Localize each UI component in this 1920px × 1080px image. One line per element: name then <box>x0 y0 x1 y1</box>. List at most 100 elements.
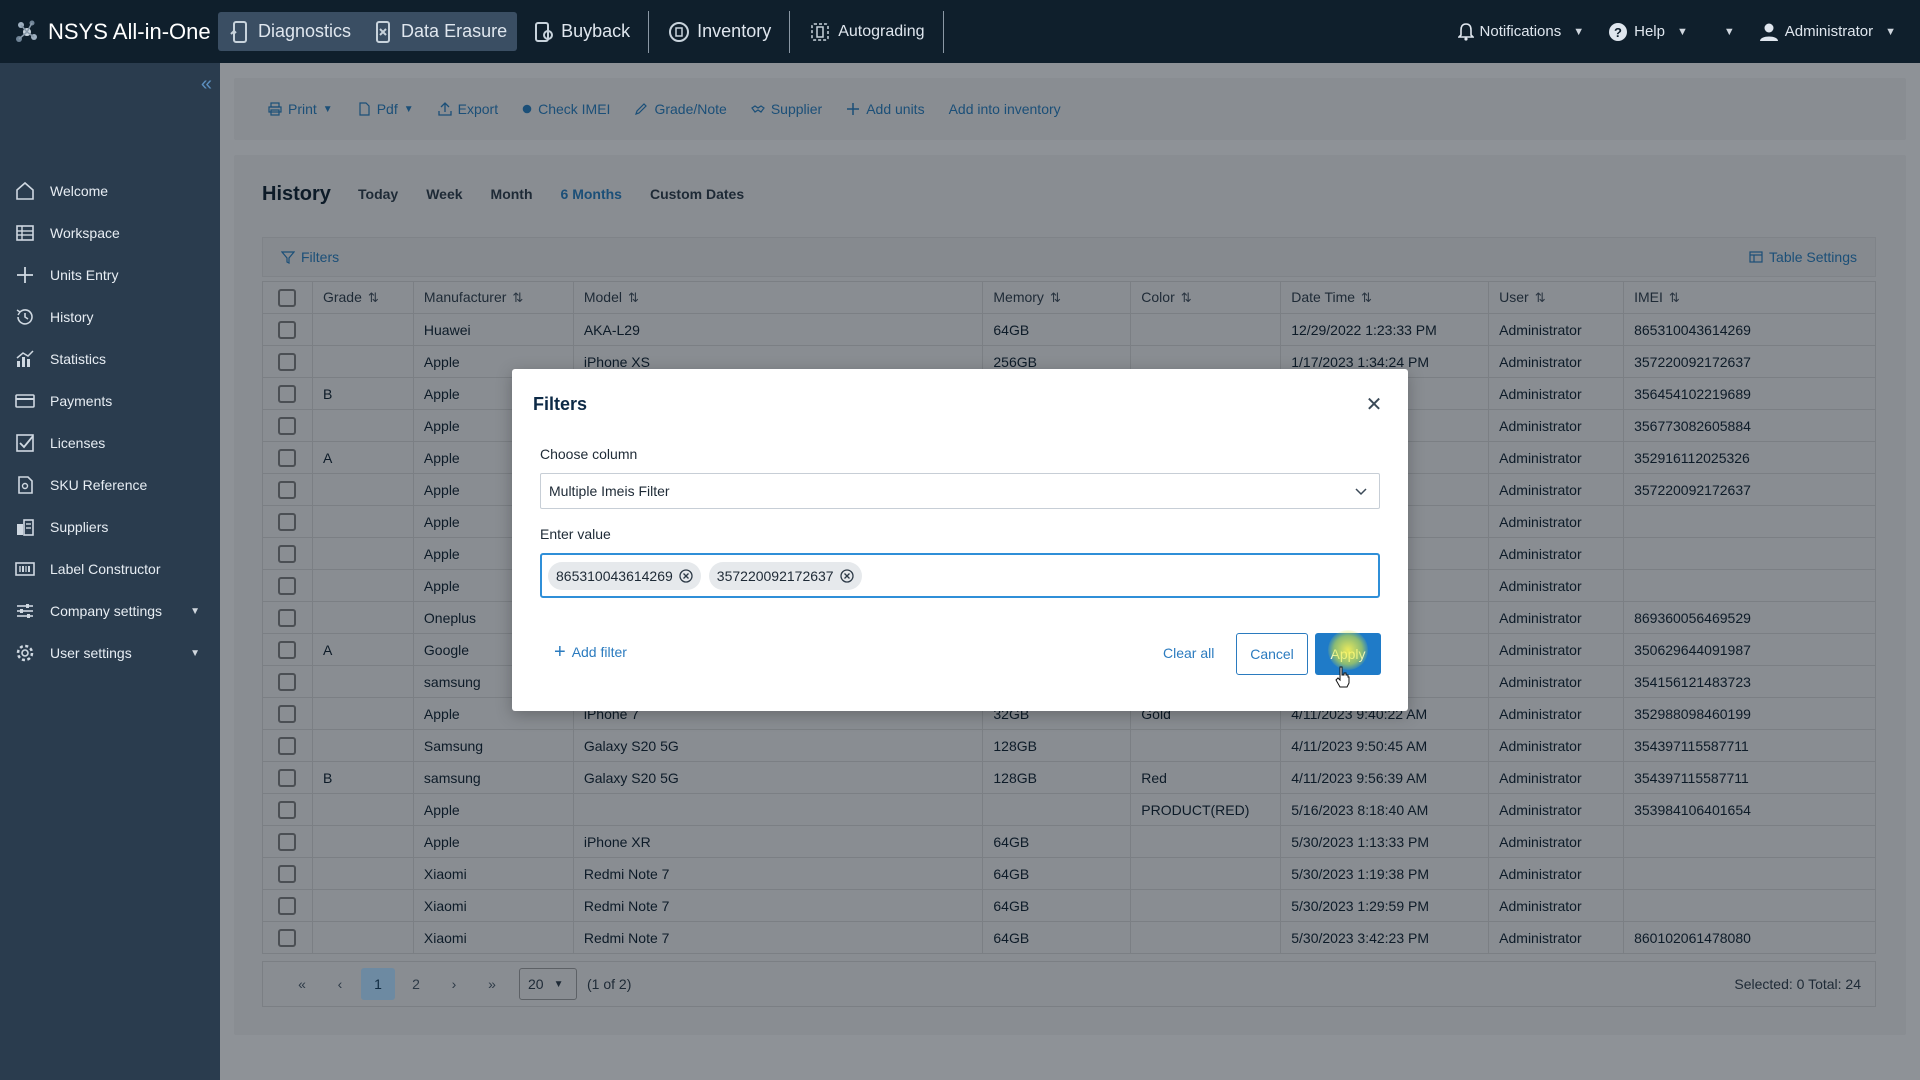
add-filter-button[interactable]: + Add filter <box>554 642 627 662</box>
column-header-memory[interactable]: Memory ⇅ <box>982 281 1132 314</box>
row-checkbox[interactable] <box>278 864 297 883</box>
cancel-button[interactable]: Cancel <box>1236 633 1308 675</box>
sort-icon[interactable]: ⇅ <box>512 290 523 305</box>
table-row[interactable]: Huawei AKA-L29 64GB 12/29/2022 1:23:33 PM Ad… <box>262 313 1876 346</box>
tab-month[interactable]: Month <box>491 186 533 202</box>
sort-icon[interactable]: ⇅ <box>1669 290 1680 305</box>
tab-6-months[interactable]: 6 Months <box>561 186 622 202</box>
row-checkbox[interactable] <box>278 896 297 915</box>
sort-icon[interactable]: ⇅ <box>1050 290 1061 305</box>
row-checkbox[interactable] <box>278 576 297 595</box>
pdf-button[interactable]: Pdf ▼ <box>357 101 414 117</box>
table-row[interactable]: Bsamsung Galaxy S20 5G 128GB Red 4/11/2023 9… <box>262 761 1876 794</box>
prev-page-button[interactable]: ‹ <box>323 968 357 1000</box>
row-checkbox[interactable] <box>278 832 297 851</box>
row-checkbox[interactable] <box>278 704 297 723</box>
remove-chip-icon[interactable] <box>679 568 693 583</box>
sidebar-item-suppliers[interactable]: Suppliers <box>0 506 220 548</box>
filters-button[interactable]: Filters <box>281 249 339 265</box>
remove-chip-icon[interactable] <box>839 568 854 583</box>
close-icon[interactable]: ✕ <box>1364 395 1384 415</box>
collapse-sidebar-icon[interactable]: « <box>201 73 212 96</box>
table-row[interactable]: Samsung Galaxy S20 5G 128GB 4/11/2023 9:50:… <box>262 729 1876 762</box>
row-checkbox-cell <box>262 793 313 826</box>
select-all-checkbox[interactable] <box>278 288 297 307</box>
table-row[interactable]: Xiaomi Redmi Note 7 64GB 5/30/2023 3:42:23 … <box>262 921 1876 954</box>
column-header-imei[interactable]: IMEI ⇅ <box>1623 281 1876 314</box>
export-button[interactable]: Export <box>437 101 498 117</box>
page-size-select[interactable]: 20 ▼ <box>519 968 577 1000</box>
imei-chips-input[interactable]: 865310043614269 357220092172637 <box>540 553 1380 598</box>
sidebar-item-welcome[interactable]: Welcome <box>0 170 220 212</box>
row-checkbox[interactable] <box>278 544 297 563</box>
page-1-button[interactable]: 1 <box>361 968 395 1000</box>
sort-icon[interactable]: ⇅ <box>368 290 379 305</box>
column-header-grade[interactable]: Grade ⇅ <box>311 281 414 314</box>
row-checkbox[interactable] <box>278 320 297 339</box>
sidebar-item-payments[interactable]: Payments <box>0 380 220 422</box>
row-checkbox[interactable] <box>278 512 297 531</box>
nav-inventory[interactable]: Inventory <box>657 12 781 51</box>
row-checkbox[interactable] <box>278 736 297 755</box>
sort-icon[interactable]: ⇅ <box>628 290 639 305</box>
user-menu[interactable]: Administrator ▼ <box>1759 22 1896 42</box>
column-select[interactable]: Multiple Imeis Filter <box>540 473 1380 509</box>
next-page-button[interactable]: › <box>437 968 471 1000</box>
row-checkbox[interactable] <box>278 928 297 947</box>
check-imei-button[interactable]: Check IMEI <box>522 101 610 117</box>
table-row[interactable]: Apple PRODUCT(RED) 5/16/2023 8:18:40 AM Adm… <box>262 793 1876 826</box>
tab-custom-dates[interactable]: Custom Dates <box>650 186 744 202</box>
cell-color <box>1130 921 1282 954</box>
help-menu[interactable]: ? Help ▼ <box>1608 22 1688 42</box>
tab-week[interactable]: Week <box>426 186 462 202</box>
sidebar-item-history[interactable]: History <box>0 296 220 338</box>
sidebar-item-licenses[interactable]: Licenses <box>0 422 220 464</box>
row-checkbox[interactable] <box>278 768 297 787</box>
sidebar-item-workspace[interactable]: Workspace <box>0 212 220 254</box>
tab-today[interactable]: Today <box>358 186 398 202</box>
sort-icon[interactable]: ⇅ <box>1535 290 1546 305</box>
add-units-button[interactable]: Add units <box>846 101 925 117</box>
row-checkbox[interactable] <box>278 608 297 627</box>
row-checkbox[interactable] <box>278 800 297 819</box>
row-checkbox[interactable] <box>278 352 297 371</box>
sort-icon[interactable]: ⇅ <box>1181 290 1192 305</box>
first-page-button[interactable]: « <box>285 968 319 1000</box>
add-into-inventory-button[interactable]: Add into inventory <box>949 101 1061 117</box>
row-checkbox[interactable] <box>278 672 297 691</box>
sidebar-item-user-settings[interactable]: User settings ▼ <box>0 632 220 674</box>
grade-note-button[interactable]: Grade/Note <box>634 101 727 117</box>
table-row[interactable]: Xiaomi Redmi Note 7 64GB 5/30/2023 1:29:59 … <box>262 889 1876 922</box>
brand[interactable]: NSYS All-in-One <box>0 17 214 47</box>
extra-menu[interactable]: ▼ <box>1712 26 1735 38</box>
column-header-date-time[interactable]: Date Time ⇅ <box>1280 281 1490 314</box>
row-checkbox[interactable] <box>278 384 297 403</box>
table-row[interactable]: Xiaomi Redmi Note 7 64GB 5/30/2023 1:19:38 … <box>262 857 1876 890</box>
nav-buyback[interactable]: Buyback <box>521 12 640 51</box>
sidebar-item-label-constructor[interactable]: Label Constructor <box>0 548 220 590</box>
column-header-color[interactable]: Color ⇅ <box>1130 281 1282 314</box>
table-row[interactable]: Apple iPhone XR 64GB 5/30/2023 1:13:33 PM Ad… <box>262 825 1876 858</box>
sidebar-item-statistics[interactable]: Statistics <box>0 338 220 380</box>
column-header-manufacturer[interactable]: Manufacturer ⇅ <box>412 281 574 314</box>
row-checkbox[interactable] <box>278 480 297 499</box>
row-checkbox[interactable] <box>278 416 297 435</box>
row-checkbox[interactable] <box>278 640 297 659</box>
sidebar-item-company-settings[interactable]: Company settings ▼ <box>0 590 220 632</box>
table-settings-button[interactable]: Table Settings <box>1749 249 1857 265</box>
print-button[interactable]: Print ▼ <box>268 101 333 117</box>
row-checkbox[interactable] <box>278 448 297 467</box>
nav-diagnostics[interactable]: Diagnostics <box>218 12 361 51</box>
sidebar-item-sku-reference[interactable]: SKU Reference <box>0 464 220 506</box>
clear-all-button[interactable]: Clear all <box>1163 645 1214 661</box>
notifications-menu[interactable]: Notifications ▼ <box>1457 22 1584 41</box>
supplier-button[interactable]: Supplier <box>750 101 822 117</box>
sort-icon[interactable]: ⇅ <box>1361 290 1372 305</box>
column-header-user[interactable]: User ⇅ <box>1488 281 1625 314</box>
page-2-button[interactable]: 2 <box>399 968 433 1000</box>
column-header-model[interactable]: Model ⇅ <box>572 281 984 314</box>
last-page-button[interactable]: » <box>475 968 509 1000</box>
nav-autograding[interactable]: Autograding <box>798 12 934 51</box>
nav-data-erasure[interactable]: Data Erasure <box>361 12 517 51</box>
sidebar-item-units-entry[interactable]: Units Entry <box>0 254 220 296</box>
